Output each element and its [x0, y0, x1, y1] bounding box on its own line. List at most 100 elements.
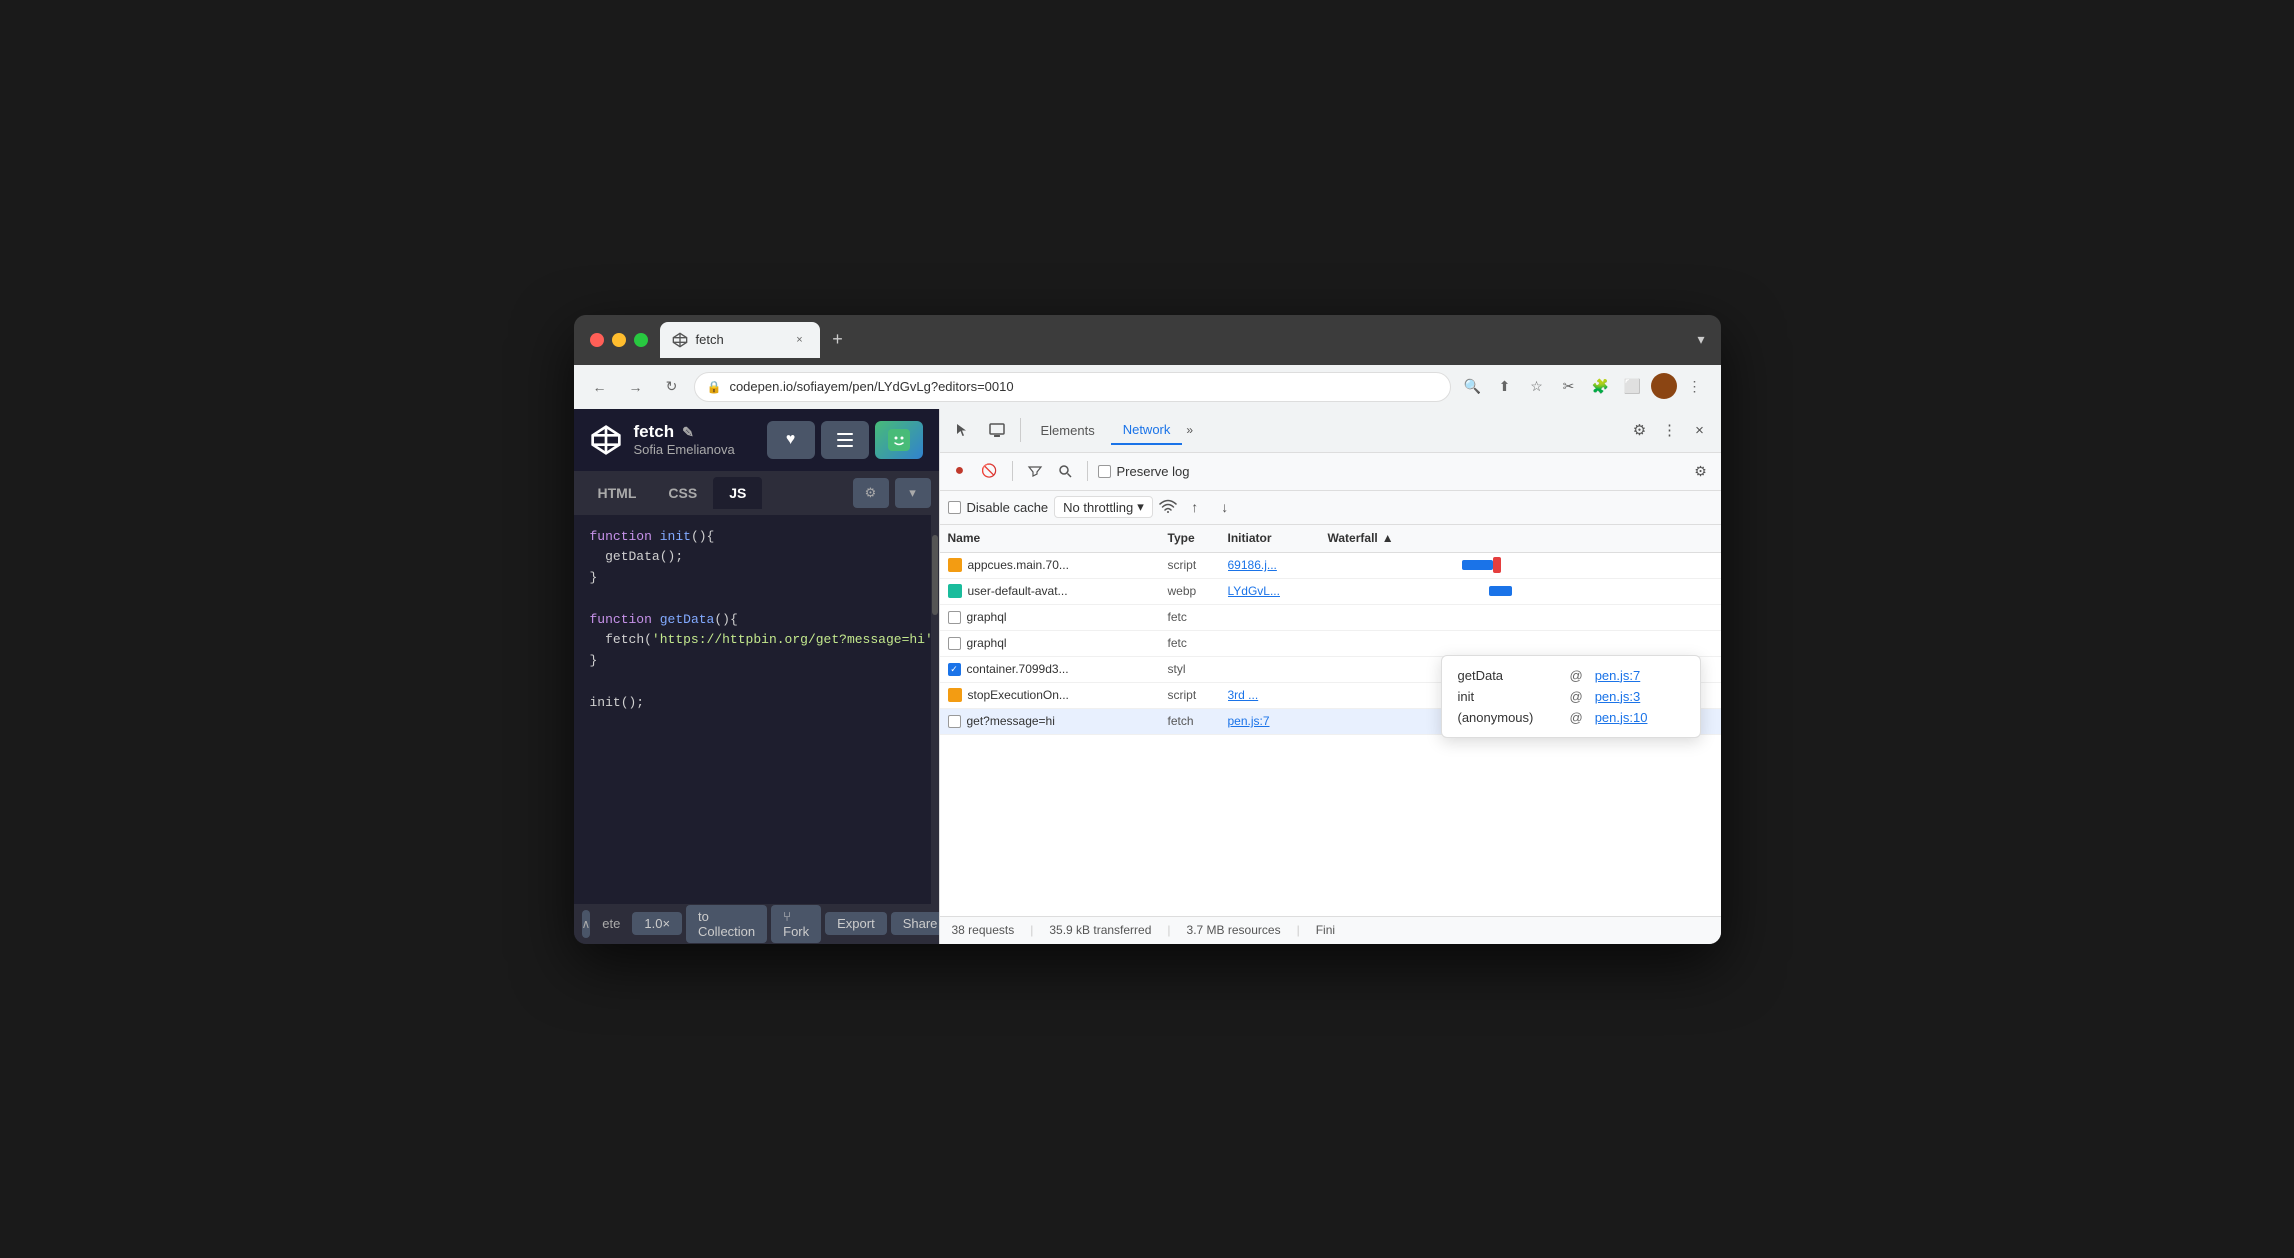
codepen-tab-icon: [672, 332, 688, 348]
codepen-pen-title: fetch ✎: [634, 422, 755, 442]
editor-expand-button[interactable]: ▾: [895, 478, 931, 508]
cut-action-button[interactable]: ✂: [1555, 373, 1583, 401]
row-name-text: graphql: [967, 610, 1007, 624]
editor-scrollbar[interactable]: [931, 515, 939, 904]
sidebar-action-button[interactable]: ⬜: [1619, 373, 1647, 401]
disable-cache-checkbox[interactable]: [948, 501, 961, 514]
scrollbar-thumb[interactable]: [932, 535, 938, 615]
console-toggle-button[interactable]: ∧: [582, 910, 591, 938]
search-button[interactable]: [1053, 459, 1077, 483]
row-name-text: get?message=hi: [967, 714, 1055, 728]
editor-gear-button[interactable]: ⚙: [853, 478, 889, 508]
row-name-graphql1: graphql: [948, 610, 1168, 624]
nt-sep-1: [1012, 461, 1013, 481]
table-header-row: Name Type Initiator Waterfall ▲: [940, 525, 1721, 553]
code-line-9: init();: [590, 693, 923, 714]
codepen-title-area: fetch ✎ Sofia Emelianova: [634, 422, 755, 457]
throttle-select[interactable]: No throttling ▾: [1054, 496, 1153, 518]
edit-title-icon[interactable]: ✎: [682, 424, 694, 441]
row-init-stopexec[interactable]: 3rd ...: [1228, 688, 1328, 702]
cursor-icon: [955, 422, 971, 438]
fork-button[interactable]: ⑂ Fork: [771, 905, 821, 943]
row-waterfall-appcues: [1328, 557, 1713, 573]
clear-button[interactable]: 🚫: [978, 459, 1002, 483]
nt-settings-button[interactable]: ⚙: [1689, 459, 1713, 483]
filter-button[interactable]: [1023, 459, 1047, 483]
row-init-appcues[interactable]: 69186.j...: [1228, 558, 1328, 572]
dt-close-button[interactable]: ×: [1687, 417, 1713, 443]
search-action-button[interactable]: 🔍: [1459, 373, 1487, 401]
row-icon-webp: [948, 584, 962, 598]
preamble-text: ete: [594, 916, 628, 931]
code-editor[interactable]: function init(){ getData(); } function g…: [574, 515, 939, 904]
active-tab[interactable]: fetch ×: [660, 322, 820, 358]
minimize-traffic-light[interactable]: [612, 333, 626, 347]
disable-cache-area[interactable]: Disable cache: [948, 500, 1049, 515]
maximize-traffic-light[interactable]: [634, 333, 648, 347]
share-action-button[interactable]: ⬆: [1491, 373, 1519, 401]
row-name-text: container.7099d3...: [967, 662, 1069, 676]
record-button[interactable]: ●: [948, 459, 972, 483]
row-init-get[interactable]: pen.js:7: [1228, 714, 1328, 728]
profile-avatar[interactable]: [1651, 373, 1677, 399]
heart-button[interactable]: ♥: [767, 421, 815, 459]
code-line-1: function init(){: [590, 527, 923, 548]
throttle-arrow: ▾: [1137, 499, 1144, 515]
table-row[interactable]: graphql fetc: [940, 631, 1721, 657]
dt-tab-network[interactable]: Network: [1111, 415, 1183, 445]
tooltip-link-1[interactable]: pen.js:7: [1595, 668, 1641, 683]
dt-more-button[interactable]: ⋮: [1657, 417, 1683, 443]
table-row[interactable]: appcues.main.70... script 69186.j...: [940, 553, 1721, 579]
preserve-log-area[interactable]: Preserve log: [1098, 464, 1190, 479]
tab-close-button[interactable]: ×: [792, 332, 808, 348]
tab-dropdown-button[interactable]: ▾: [1697, 331, 1704, 348]
preserve-log-label: Preserve log: [1117, 464, 1190, 479]
tab-css[interactable]: CSS: [652, 477, 713, 509]
code-line-2: getData();: [590, 547, 923, 568]
face-button[interactable]: [875, 421, 923, 459]
row-name-appcues: appcues.main.70...: [948, 558, 1168, 572]
table-row[interactable]: graphql fetc: [940, 605, 1721, 631]
row-checkbox[interactable]: [948, 637, 961, 650]
row-name-graphql2: graphql: [948, 636, 1168, 650]
code-line-6: fetch('https://httpbin.org/get?message=h…: [590, 630, 923, 651]
tab-html[interactable]: HTML: [582, 477, 653, 509]
upload-throttle-button[interactable]: ↑: [1183, 495, 1207, 519]
wifi-signal-icon: [1159, 499, 1177, 513]
url-bar[interactable]: 🔒 codepen.io/sofiayem/pen/LYdGvLg?editor…: [694, 372, 1451, 402]
tab-js[interactable]: JS: [713, 477, 762, 509]
row-init-avatar[interactable]: LYdGvL...: [1228, 584, 1328, 598]
to-collection-button[interactable]: to Collection: [686, 905, 767, 943]
row-checkbox-get[interactable]: [948, 715, 961, 728]
extensions-action-button[interactable]: 🧩: [1587, 373, 1615, 401]
tooltip-popup: getData @ pen.js:7 init @ pen.js:3 (anon…: [1441, 655, 1701, 738]
more-action-button[interactable]: ⋮: [1681, 373, 1709, 401]
filter-icon: [1027, 463, 1043, 479]
table-row[interactable]: user-default-avat... webp LYdGvL...: [940, 579, 1721, 605]
new-tab-button[interactable]: +: [824, 326, 852, 354]
dt-more-tabs[interactable]: »: [1186, 423, 1193, 437]
search-icon: [1058, 464, 1072, 478]
device-toolbar-button[interactable]: [982, 415, 1012, 445]
back-button[interactable]: ←: [586, 373, 614, 401]
export-button[interactable]: Export: [825, 912, 887, 935]
tooltip-link-2[interactable]: pen.js:3: [1595, 689, 1641, 704]
bookmark-action-button[interactable]: ☆: [1523, 373, 1551, 401]
preserve-log-checkbox[interactable]: [1098, 465, 1111, 478]
browser-window: fetch × + ▾ ← → ↻ 🔒 codepen.io/sofiayem/…: [574, 315, 1721, 944]
row-type-stopexec: script: [1168, 688, 1228, 702]
zoom-button[interactable]: 1.0×: [632, 912, 682, 935]
download-throttle-button[interactable]: ↓: [1213, 495, 1237, 519]
element-picker-button[interactable]: [948, 415, 978, 445]
close-traffic-light[interactable]: [590, 333, 604, 347]
forward-button[interactable]: →: [622, 373, 650, 401]
dt-settings-button[interactable]: ⚙: [1627, 417, 1653, 443]
row-checked-icon[interactable]: ✓: [948, 663, 961, 676]
list-button[interactable]: [821, 421, 869, 459]
tooltip-at-2: @: [1570, 689, 1583, 704]
dt-tab-elements[interactable]: Elements: [1029, 415, 1107, 445]
row-checkbox[interactable]: [948, 611, 961, 624]
tooltip-link-3[interactable]: pen.js:10: [1595, 710, 1648, 725]
reload-button[interactable]: ↻: [658, 373, 686, 401]
row-name-text: graphql: [967, 636, 1007, 650]
